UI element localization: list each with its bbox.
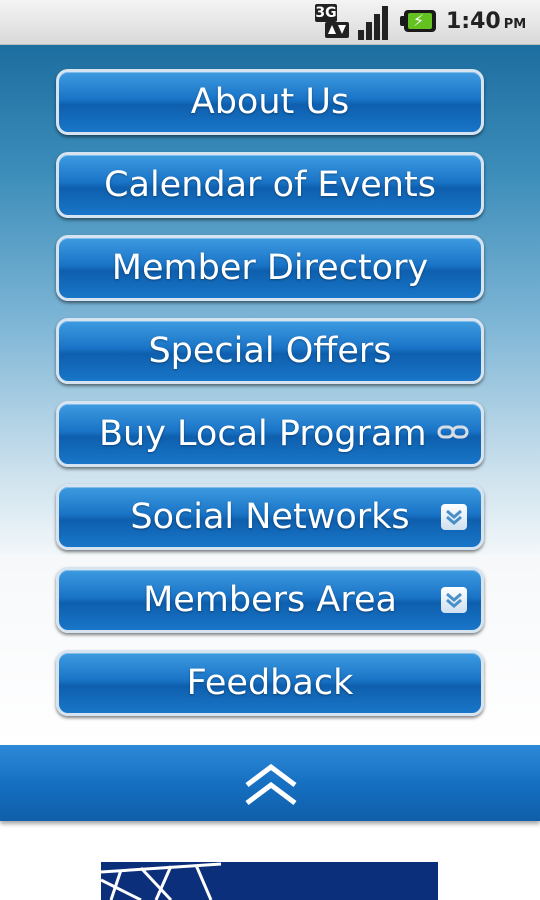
banner-image	[101, 862, 438, 900]
about-us-button[interactable]: About Us	[56, 69, 484, 135]
calendar-of-events-button[interactable]: Calendar of Events	[56, 152, 484, 218]
special-offers-button[interactable]: Special Offers	[56, 318, 484, 384]
status-bar: 3G ⚡ 1:40 PM	[0, 0, 540, 45]
clock: 1:40 PM	[446, 9, 526, 34]
special-offers-label: Special Offers	[148, 331, 392, 371]
collapse-menu-bar[interactable]	[0, 745, 540, 821]
buy-local-program-label: Buy Local Program	[99, 414, 427, 454]
clock-ampm: PM	[503, 17, 527, 32]
calendar-of-events-label: Calendar of Events	[104, 165, 436, 205]
chevron-down-icon	[441, 504, 467, 530]
network-3g-icon: 3G	[313, 4, 351, 40]
about-us-label: About Us	[190, 82, 350, 122]
double-chevron-up-icon	[245, 763, 297, 805]
signal-strength-icon	[356, 4, 392, 40]
social-networks-label: Social Networks	[130, 497, 410, 537]
members-area-button[interactable]: Members Area	[56, 567, 484, 633]
social-networks-button[interactable]: Social Networks	[56, 484, 484, 550]
members-area-label: Members Area	[143, 580, 397, 620]
buy-local-program-button[interactable]: Buy Local Program	[56, 401, 484, 467]
member-directory-label: Member Directory	[111, 248, 429, 288]
member-directory-button[interactable]: Member Directory	[56, 235, 484, 301]
link-icon	[437, 425, 469, 439]
battery-charging-icon: ⚡	[400, 10, 436, 32]
chevron-down-icon	[441, 587, 467, 613]
clock-time: 1:40	[446, 9, 501, 34]
feedback-button[interactable]: Feedback	[56, 650, 484, 716]
network-type-label: 3G	[315, 4, 337, 22]
feedback-label: Feedback	[186, 663, 354, 703]
